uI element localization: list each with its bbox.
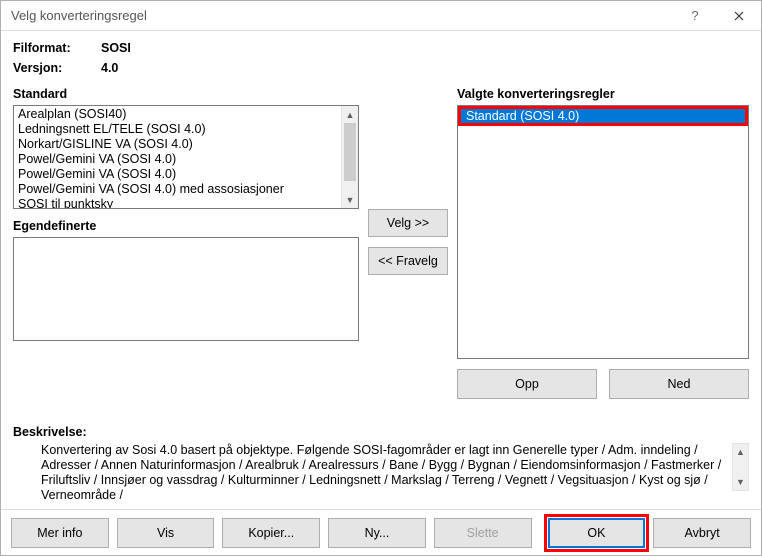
help-icon[interactable]: ? bbox=[673, 1, 717, 31]
list-item[interactable]: Arealplan (SOSI40) bbox=[16, 107, 339, 122]
avbryt-button[interactable]: Avbryt bbox=[653, 518, 751, 548]
chevron-up-icon[interactable]: ▲ bbox=[342, 106, 358, 123]
beskrivelse-text: Konvertering av Sosi 4.0 basert på objek… bbox=[41, 443, 732, 503]
egendef-listbox[interactable] bbox=[13, 237, 359, 341]
standard-label: Standard bbox=[13, 87, 359, 101]
versjon-value: 4.0 bbox=[101, 61, 118, 75]
velg-button[interactable]: Velg >> bbox=[368, 209, 448, 237]
list-item[interactable]: Powel/Gemini VA (SOSI 4.0) med assosiasj… bbox=[16, 182, 339, 197]
titlebar: Velg konverteringsregel ? bbox=[1, 1, 761, 31]
list-item[interactable]: Powel/Gemini VA (SOSI 4.0) bbox=[16, 152, 339, 167]
ned-button[interactable]: Ned bbox=[609, 369, 749, 399]
beskrivelse-label: Beskrivelse: bbox=[13, 425, 749, 439]
opp-button[interactable]: Opp bbox=[457, 369, 597, 399]
chevron-down-icon[interactable]: ▼ bbox=[342, 191, 358, 208]
fravelg-button[interactable]: << Fravelg bbox=[368, 247, 448, 275]
filformat-value: SOSI bbox=[101, 41, 131, 55]
footer: Mer info Vis Kopier... Ny... Slette OK A… bbox=[1, 509, 761, 555]
scrollbar[interactable]: ▲ ▼ bbox=[732, 443, 749, 491]
list-item[interactable]: Norkart/GISLINE VA (SOSI 4.0) bbox=[16, 137, 339, 152]
list-item[interactable]: Powel/Gemini VA (SOSI 4.0) bbox=[16, 167, 339, 182]
egendef-label: Egendefinerte bbox=[13, 219, 359, 233]
list-item-selected[interactable]: Standard (SOSI 4.0) bbox=[460, 108, 746, 124]
ny-button[interactable]: Ny... bbox=[328, 518, 426, 548]
scrollbar[interactable]: ▲ ▼ bbox=[341, 106, 358, 208]
window-title: Velg konverteringsregel bbox=[11, 8, 147, 23]
list-item[interactable]: Ledningsnett EL/TELE (SOSI 4.0) bbox=[16, 122, 339, 137]
list-item[interactable]: SOSI til punktsky bbox=[16, 197, 339, 208]
versjon-label: Versjon: bbox=[13, 61, 89, 75]
filformat-label: Filformat: bbox=[13, 41, 89, 55]
chevron-up-icon[interactable]: ▲ bbox=[733, 444, 748, 460]
vis-button[interactable]: Vis bbox=[117, 518, 215, 548]
chevron-down-icon[interactable]: ▼ bbox=[733, 474, 748, 490]
merinfo-button[interactable]: Mer info bbox=[11, 518, 109, 548]
ok-button[interactable]: OK bbox=[548, 518, 646, 548]
close-icon[interactable] bbox=[717, 1, 761, 31]
valgte-label: Valgte konverteringsregler bbox=[457, 87, 749, 101]
standard-listbox[interactable]: Arealplan (SOSI40) Ledningsnett EL/TELE … bbox=[13, 105, 359, 209]
kopier-button[interactable]: Kopier... bbox=[222, 518, 320, 548]
slette-button: Slette bbox=[434, 518, 532, 548]
valgte-listbox[interactable]: Standard (SOSI 4.0) bbox=[457, 105, 749, 359]
scroll-thumb[interactable] bbox=[344, 123, 356, 181]
